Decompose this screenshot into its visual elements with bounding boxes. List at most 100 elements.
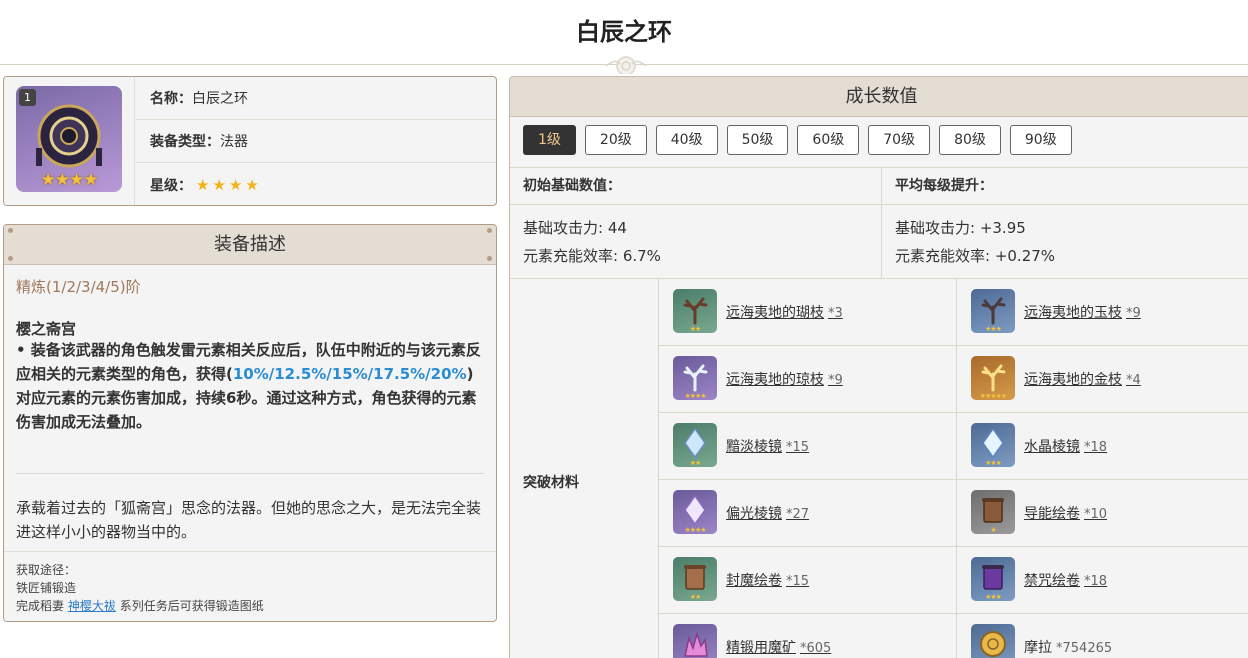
page-title: 白辰之环 [576,18,672,46]
material-link[interactable]: 水晶棱镜 *18 [1024,436,1107,456]
material-count: *15 [786,440,810,455]
material-link[interactable]: 远海夷地的玉枝 *9 [1024,302,1141,322]
material-item: ★★★★★ 远海夷地的金枝 *4 [956,346,1248,413]
source-title: 获取途径： [16,563,77,577]
material-row: ★★★★ 远海夷地的琼枝 *9 ★★★★★ 远海夷地的金枝 *4 [659,346,1248,413]
material-row: ★★★ 精锻用魔矿 *605 ★★★ 摩拉 *754265 [659,614,1248,658]
stat-header-row: 初始基础数值： 平均每级提升： [510,167,1248,205]
title-bar: 白辰之环 [0,0,1248,74]
material-stars: ★★★ [985,593,1002,601]
level-tab-90[interactable]: 90级 [1009,125,1072,155]
level-tab-70[interactable]: 70级 [868,125,931,155]
weapon-icon: 1 ★★★★ [16,86,122,192]
quest-link[interactable]: 神樱大祓 [68,599,116,613]
material-name[interactable]: 远海夷地的玉枝 [1024,305,1122,321]
dull-prism-icon[interactable]: ★★ [673,423,717,467]
material-item: ★ 导能绘卷 *10 [956,480,1248,547]
material-name[interactable]: 水晶棱镜 [1024,439,1080,455]
material-link[interactable]: 黯淡棱镜 *15 [726,436,809,456]
weapon-info-card: 1 ★★★★ 名称： 白辰之环 装备类型： 法器 星级： ★★★★ [3,76,497,206]
materials-label: 突破材料 [523,475,579,491]
material-item: ★★★ 禁咒绘卷 *18 [956,547,1248,614]
source-line-quest: 完成稻妻 神樱大祓 系列任务后可获得锻造图纸 [16,597,264,614]
description-header: 装备描述 [4,225,496,265]
material-name[interactable]: 远海夷地的瑚枝 [726,305,824,321]
materials-label-cell: 突破材料 [510,279,659,658]
material-link: 摩拉 *754265 [1024,637,1112,657]
source-quest-suffix: 系列任务后可获得锻造图纸 [119,599,264,613]
material-count: *15 [786,574,810,589]
level-tab-40[interactable]: 40级 [655,125,718,155]
material-count: *4 [1126,373,1141,388]
lore-text: 承载着过去的「狐斋宫」思念的法器。但她的思念之大，是无法完全装进这样小小的器物当… [16,499,482,541]
material-link[interactable]: 远海夷地的琼枝 *9 [726,369,843,389]
material-name[interactable]: 远海夷地的琼枝 [726,372,824,388]
refinement-label: 精炼(1/2/3/4/5)阶 [16,278,141,296]
material-count: *754265 [1056,641,1113,656]
level-tab-20[interactable]: 20级 [584,125,647,155]
stat-column-divider [881,167,882,279]
material-name[interactable]: 精锻用魔矿 [726,640,796,656]
material-stars: ★★★ [985,459,1002,467]
material-count: *9 [828,373,843,388]
material-link[interactable]: 导能绘卷 *10 [1024,503,1107,523]
weapon-rarity-row: 星级： ★★★★ [136,163,496,205]
material-item: ★★ 远海夷地的瑚枝 *3 [659,279,956,346]
material-item: ★★★★ 偏光棱镜 *27 [659,480,956,547]
material-item: ★★★ 远海夷地的玉枝 *9 [956,279,1248,346]
rarity-stars-icon: ★★★★ [196,175,262,194]
stat-values-row: 基础攻击力: 44 元素充能效率: 6.7% 基础攻击力: +3.95 元素充能… [510,205,1248,279]
weapon-icon-stars: ★★★★ [40,170,99,190]
material-link[interactable]: 远海夷地的瑚枝 *3 [726,302,843,322]
material-name: 摩拉 [1024,640,1052,656]
material-item: ★★★ 水晶棱镜 *18 [956,413,1248,480]
description-title: 装备描述 [214,234,286,255]
golden-branch-icon[interactable]: ★★★★★ [971,356,1015,400]
materials-grid: ★★ 远海夷地的瑚枝 *3 ★★★ 远海夷地的玉枝 *9 ★★★★ 远海夷地的琼… [659,279,1248,658]
coral-branch-icon[interactable]: ★★ [673,289,717,333]
level-tab-1[interactable]: 1级 [523,125,576,155]
material-name[interactable]: 黯淡棱镜 [726,439,782,455]
material-name[interactable]: 导能绘卷 [1024,506,1080,522]
material-link[interactable]: 偏光棱镜 *27 [726,503,809,523]
material-name[interactable]: 远海夷地的金枝 [1024,372,1122,388]
level-tab-80[interactable]: 80级 [939,125,1001,155]
material-count: *9 [1126,306,1141,321]
growth-stats-header: 平均每级提升： [895,178,993,194]
material-link[interactable]: 禁咒绘卷 *18 [1024,570,1107,590]
source-quest-prefix: 完成稻妻 [16,599,65,613]
passive-description: • 装备该武器的角色触发雷元素相关反应后，队伍中附近的与该元素反应相关的元素类型… [16,338,486,434]
material-stars: ★★★ [985,325,1002,333]
material-stars: ★★ [689,593,702,601]
material-row: ★★ 远海夷地的瑚枝 *3 ★★★ 远海夷地的玉枝 *9 [659,279,1248,346]
polarizing-prism-icon[interactable]: ★★★★ [673,490,717,534]
mora-coin-icon[interactable]: ★★★ [971,624,1015,658]
jeweled-branch-icon[interactable]: ★★★★ [673,356,717,400]
material-stars: ★★ [689,325,702,333]
material-name[interactable]: 偏光棱镜 [726,506,782,522]
weapon-name-row: 名称： 白辰之环 [136,77,496,120]
level-tab-50[interactable]: 50级 [726,125,789,155]
growth-atk: 基础攻击力: +3.95 [895,219,1026,237]
description-card: 装备描述 精炼(1/2/3/4/5)阶 樱之斋宫 • 装备该武器的角色触发雷元素… [3,224,497,622]
material-count: *3 [828,306,843,321]
material-count: *605 [800,641,832,656]
material-link[interactable]: 封魔绘卷 *15 [726,570,809,590]
forbidden-scroll-icon[interactable]: ★★★ [971,557,1015,601]
weapon-name-value: 白辰之环 [192,91,248,107]
jade-branch-icon[interactable]: ★★★ [971,289,1015,333]
divining-scroll-icon[interactable]: ★ [971,490,1015,534]
material-link[interactable]: 精锻用魔矿 *605 [726,637,831,657]
material-link[interactable]: 远海夷地的金枝 *4 [1024,369,1141,389]
material-stars: ★★★★ [684,392,706,400]
material-count: *10 [1084,507,1108,522]
material-name[interactable]: 封魔绘卷 [726,573,782,589]
page: 白辰之环 1 ★★★★ 名称： 白辰之环 装备类型： 法器 星级： ★★★★ 装… [0,0,1248,658]
material-name[interactable]: 禁咒绘卷 [1024,573,1080,589]
level-tab-60[interactable]: 60级 [797,125,860,155]
weapon-type-row: 装备类型： 法器 [136,120,496,163]
enhancement-ore-icon[interactable]: ★★★ [673,624,717,658]
sealed-scroll-icon[interactable]: ★★ [673,557,717,601]
crystal-prism-icon[interactable]: ★★★ [971,423,1015,467]
base-atk: 基础攻击力: 44 [523,219,627,237]
